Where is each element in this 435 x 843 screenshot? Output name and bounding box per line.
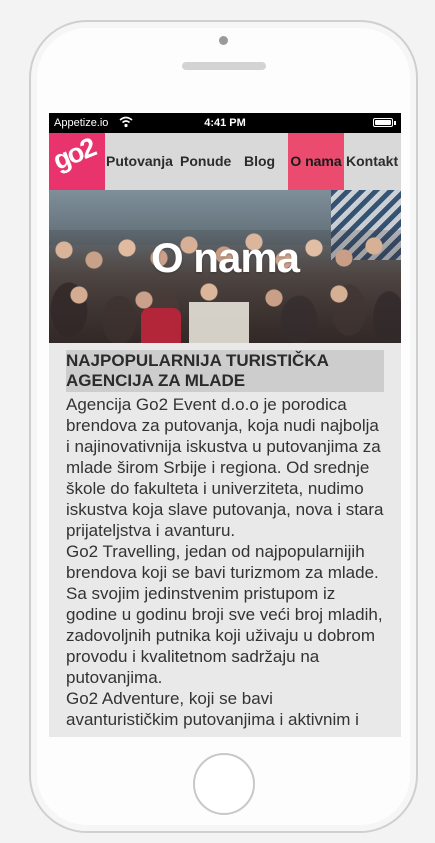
logo-text: go2 <box>49 133 99 176</box>
nav-item-kontakt[interactable]: Kontakt <box>346 133 398 190</box>
top-navigation: go2 Putovanja Ponude Blog O nama Kontakt <box>49 133 401 190</box>
speaker-grille <box>182 62 266 70</box>
go2-logo[interactable]: go2 <box>49 133 105 190</box>
nav-item-o-nama[interactable]: O nama <box>288 133 344 190</box>
status-time: 4:41 PM <box>204 117 246 129</box>
section-heading: NAJPOPULARNIJA TURISTIČKA AGENCIJA ZA ML… <box>66 350 384 392</box>
device-screen: Appetize.io 4:41 PM go2 Putovanja Ponude… <box>49 113 401 737</box>
battery-icon <box>373 118 393 127</box>
hero-title: O nama <box>150 234 300 281</box>
nav-item-blog[interactable]: Blog <box>244 133 275 190</box>
paragraph: Go2 Travelling, jedan od najpopularnijih… <box>66 542 383 687</box>
status-bar: Appetize.io 4:41 PM <box>49 113 401 133</box>
about-content: NAJPOPULARNIJA TURISTIČKA AGENCIJA ZA ML… <box>49 343 401 737</box>
nav-item-ponude[interactable]: Ponude <box>180 133 231 190</box>
home-button-icon[interactable] <box>193 753 255 815</box>
nav-item-putovanja[interactable]: Putovanja <box>106 133 173 190</box>
paragraph: Go2 Adventure, koji se bavi avanturistič… <box>66 689 359 729</box>
camera-icon <box>219 36 228 45</box>
hero-banner: O nama <box>49 190 401 343</box>
paragraph: Agencija Go2 Event d.o.o je porodica bre… <box>66 395 384 540</box>
about-text: Agencija Go2 Event d.o.o je porodica bre… <box>66 394 386 730</box>
